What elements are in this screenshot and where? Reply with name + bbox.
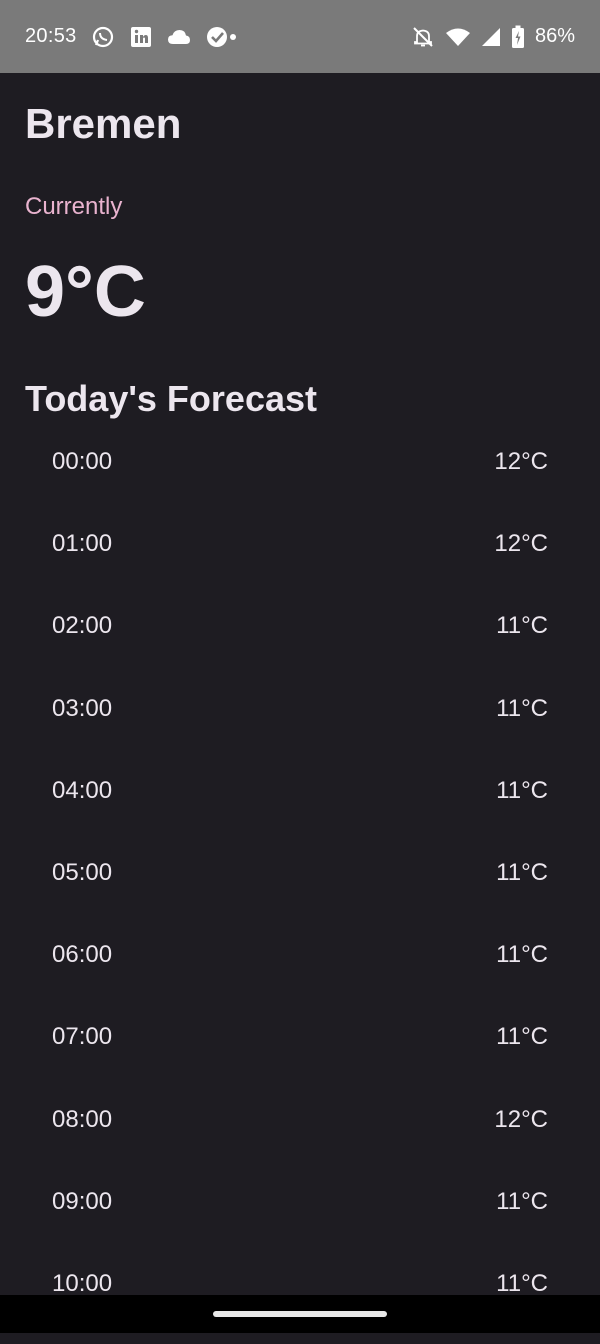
forecast-row: 07:00 11°C [0,1015,600,1097]
whatsapp-icon [91,25,115,49]
forecast-temp: 11°C [496,858,548,886]
forecast-temp: 11°C [496,776,548,804]
forecast-row: 08:00 12°C [0,1098,600,1180]
forecast-row: 03:00 11°C [0,687,600,769]
notifications-off-icon [411,25,435,49]
current-label: Currently [25,193,123,220]
forecast-title: Today's Forecast [25,378,317,419]
forecast-temp: 11°C [496,694,548,722]
forecast-row: 00:00 12°C [0,440,600,522]
forecast-time: 07:00 [52,1023,113,1051]
forecast-row: 09:00 11°C [0,1180,600,1262]
forecast-time: 08:00 [52,1105,113,1133]
status-bar: 20:53 86% [0,0,600,73]
hourly-forecast-list[interactable]: 00:00 12°C 01:00 12°C 02:00 11°C 03:00 1… [0,440,600,1344]
forecast-temp: 11°C [496,612,548,640]
forecast-time: 02:00 [52,612,113,640]
current-temperature: 9°C [25,252,146,332]
signal-icon [481,27,501,47]
forecast-temp: 12°C [494,1105,548,1133]
forecast-time: 05:00 [52,858,113,886]
forecast-temp: 11°C [496,1023,548,1051]
forecast-row: 02:00 11°C [0,604,600,686]
forecast-temp: 11°C [496,941,548,969]
city-name: Bremen [25,100,182,147]
forecast-row: 01:00 12°C [0,522,600,604]
forecast-row: 04:00 11°C [0,769,600,851]
forecast-temp: 11°C [496,1187,548,1215]
linkedin-icon [129,25,153,49]
forecast-time: 09:00 [52,1187,113,1215]
status-time: 20:53 [25,25,77,47]
forecast-row: 05:00 11°C [0,851,600,933]
forecast-temp: 12°C [494,530,548,558]
cloud-icon [167,28,191,46]
status-bar-left: 20:53 [25,25,237,49]
forecast-time: 00:00 [52,448,113,475]
forecast-row: 06:00 11°C [0,933,600,1015]
status-bar-right: 86% [411,25,575,49]
forecast-time: 04:00 [52,776,113,804]
battery-percentage: 86% [534,25,575,47]
forecast-time: 06:00 [52,941,113,969]
gesture-handle[interactable] [213,1311,387,1317]
check-circle-icon [205,25,237,49]
forecast-time: 03:00 [52,694,113,722]
battery-charging-icon [511,25,525,49]
wifi-icon [445,27,471,47]
forecast-time: 01:00 [52,530,113,558]
navigation-bar [0,1295,600,1333]
forecast-temp: 12°C [494,448,548,475]
